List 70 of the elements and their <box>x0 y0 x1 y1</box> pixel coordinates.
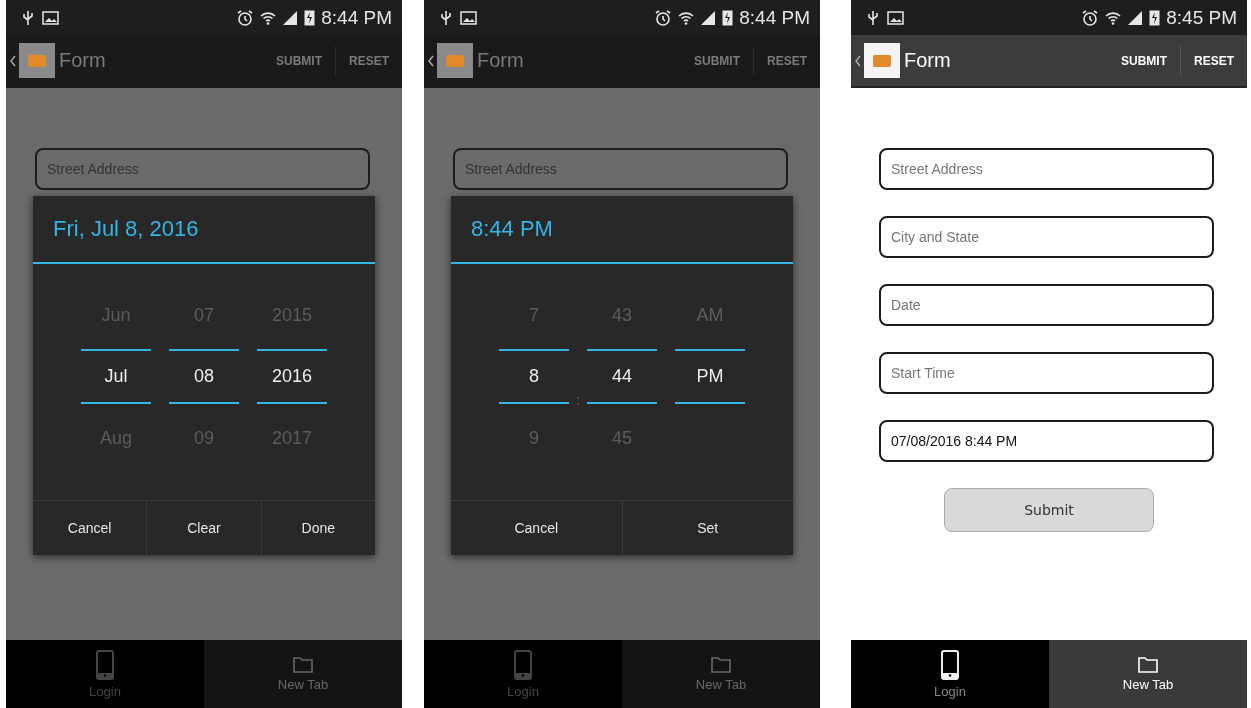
signal-icon <box>1127 9 1144 26</box>
picker-selected-value[interactable]: Jul <box>81 349 151 404</box>
folder-icon <box>1138 656 1158 673</box>
wifi-icon <box>1105 9 1122 26</box>
app-logo-icon <box>864 43 900 78</box>
phone-icon <box>941 649 959 680</box>
usb-icon <box>22 9 34 26</box>
bottom-tab[interactable]: Login <box>851 640 1049 708</box>
picker-selected-value[interactable]: 08 <box>169 349 239 404</box>
action-button[interactable]: SUBMIT <box>1108 35 1180 86</box>
picker-selected-value[interactable]: 8 <box>499 349 569 404</box>
status-time: 8:44 PM <box>739 6 810 29</box>
dialog-button[interactable]: Set <box>621 501 793 555</box>
signal-icon <box>700 9 717 26</box>
signal-icon <box>282 9 299 26</box>
picker-header: 8:44 PM <box>451 196 793 264</box>
input-field[interactable]: Street Address <box>35 148 370 190</box>
input-field[interactable]: Street Address <box>453 148 788 190</box>
screen-title: Form <box>904 49 952 72</box>
dialog-button[interactable]: Done <box>260 501 375 555</box>
action-button[interactable]: RESET <box>336 35 402 86</box>
submit-button[interactable]: Submit <box>944 488 1154 532</box>
action-button[interactable]: RESET <box>1181 35 1247 86</box>
battery-icon <box>304 9 316 26</box>
screen-title: Form <box>477 49 525 72</box>
alarm-icon <box>654 8 673 27</box>
back-chevron-icon[interactable] <box>10 54 16 67</box>
status-time: 8:44 PM <box>321 6 392 29</box>
status-time: 8:45 PM <box>1166 6 1237 29</box>
folder-icon <box>711 656 731 673</box>
battery-icon <box>1149 9 1161 26</box>
app-logo-icon <box>19 43 55 78</box>
input-field[interactable]: Street Address <box>879 148 1214 190</box>
dialog-button[interactable]: Cancel <box>451 501 622 555</box>
time-separator: : <box>576 392 580 408</box>
back-chevron-icon[interactable] <box>855 54 861 67</box>
bottom-tab[interactable]: New Tab <box>622 640 820 708</box>
back-chevron-icon[interactable] <box>428 54 434 67</box>
alarm-icon <box>1081 8 1100 27</box>
wifi-icon <box>678 9 695 26</box>
battery-icon <box>722 9 734 26</box>
bottom-tab[interactable]: New Tab <box>204 640 402 708</box>
usb-icon <box>440 9 452 26</box>
action-button[interactable]: SUBMIT <box>263 35 335 86</box>
picker-header: Fri, Jul 8, 2016 <box>33 196 375 264</box>
input-field[interactable]: Start Time <box>879 352 1214 394</box>
image-icon <box>42 10 59 25</box>
picker-selected-value[interactable]: PM <box>675 349 745 404</box>
action-button[interactable]: RESET <box>754 35 820 86</box>
phone-icon <box>96 649 114 680</box>
input-field[interactable]: Date <box>879 284 1214 326</box>
action-button[interactable]: SUBMIT <box>681 35 753 86</box>
screen-title: Form <box>59 49 107 72</box>
input-field[interactable]: 07/08/2016 8:44 PM <box>879 420 1214 462</box>
picker-selected-value[interactable]: 2016 <box>257 349 327 404</box>
image-icon <box>887 10 904 25</box>
picker-selected-value[interactable]: 44 <box>587 349 657 404</box>
phone-icon <box>514 649 532 680</box>
image-icon <box>460 10 477 25</box>
input-field[interactable]: City and State <box>879 216 1214 258</box>
bottom-tab[interactable]: Login <box>424 640 622 708</box>
dialog-button[interactable]: Clear <box>146 501 261 555</box>
app-logo-icon <box>437 43 473 78</box>
bottom-tab[interactable]: New Tab <box>1049 640 1247 708</box>
alarm-icon <box>236 8 255 27</box>
dialog-button[interactable]: Cancel <box>33 501 147 555</box>
wifi-icon <box>260 9 277 26</box>
bottom-tab[interactable]: Login <box>6 640 204 708</box>
usb-icon <box>867 9 879 26</box>
folder-icon <box>293 656 313 673</box>
